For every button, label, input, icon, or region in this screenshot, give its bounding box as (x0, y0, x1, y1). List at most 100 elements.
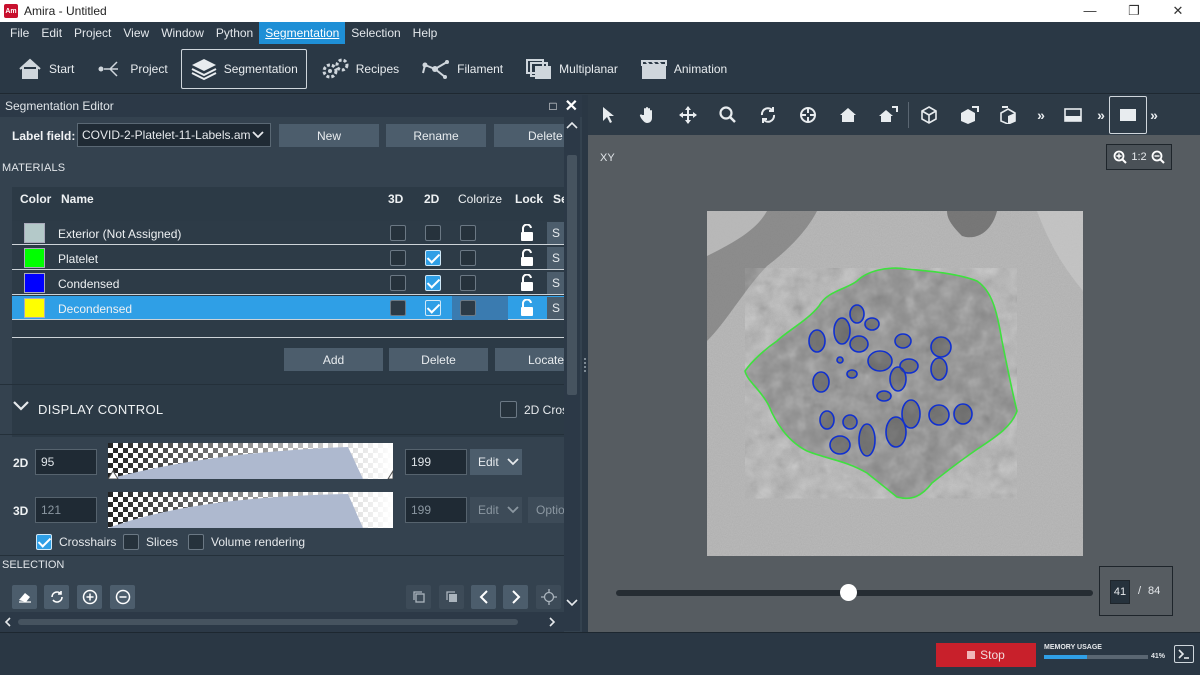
material-select-button[interactable]: S (547, 222, 564, 244)
perspective-button[interactable] (909, 95, 949, 135)
viewer-2d[interactable]: XY 1:2 41 / 84 (588, 135, 1200, 632)
pan-tool[interactable] (628, 95, 668, 135)
slices-checkbox[interactable] (123, 534, 139, 550)
crossfade-checkbox[interactable] (500, 401, 517, 418)
range-3d-min-input[interactable]: 121 (35, 497, 97, 523)
workroom-segmentation-button[interactable]: Segmentation (180, 48, 307, 89)
volume-rendering-checkbox[interactable] (188, 534, 204, 550)
menu-project[interactable]: Project (68, 22, 117, 44)
unlock-icon[interactable] (520, 224, 534, 242)
delete-label-button[interactable]: Delete (494, 124, 564, 147)
material-3d-checkbox[interactable] (390, 275, 406, 291)
material-3d-checkbox[interactable] (390, 225, 406, 241)
next-slice-button[interactable] (503, 585, 528, 609)
menu-window[interactable]: Window (155, 22, 210, 44)
edit-2d-button[interactable]: Edit (470, 449, 522, 475)
seek-tool[interactable] (788, 95, 828, 135)
chevron-up-icon[interactable] (566, 121, 578, 129)
scroll-thumb[interactable] (567, 155, 577, 395)
workroom-filament-button[interactable]: Filament (412, 49, 512, 89)
material-color-swatch[interactable] (24, 298, 45, 318)
material-color-swatch[interactable] (24, 248, 45, 268)
menu-view[interactable]: View (117, 22, 155, 44)
menu-help[interactable]: Help (407, 22, 444, 44)
float-icon[interactable]: □ (549, 99, 556, 113)
copy-button[interactable] (406, 585, 431, 609)
material-row[interactable]: Platelet S (12, 246, 564, 270)
chevron-down-icon[interactable] (12, 400, 30, 412)
stop-button[interactable]: Stop (936, 643, 1036, 667)
range-2d-min-input[interactable]: 95 (35, 449, 97, 475)
workroom-recipes-button[interactable]: Recipes (311, 49, 408, 89)
menu-edit[interactable]: Edit (35, 22, 68, 44)
colormap-3d-editor[interactable] (108, 492, 393, 528)
zoom-out-icon[interactable] (1151, 150, 1165, 164)
material-3d-checkbox[interactable] (390, 250, 406, 266)
chevron-left-icon[interactable] (4, 617, 12, 627)
material-2d-checkbox[interactable] (425, 250, 441, 266)
panel-horizontal-scrollbar[interactable] (0, 612, 564, 632)
material-colorize-checkbox[interactable] (460, 300, 476, 316)
menu-selection[interactable]: Selection (345, 22, 406, 44)
scroll-thumb[interactable] (18, 619, 518, 625)
eraser-button[interactable] (12, 585, 37, 609)
unlock-icon[interactable] (520, 274, 534, 292)
material-colorize-checkbox[interactable] (460, 275, 476, 291)
translate-tool[interactable] (668, 95, 708, 135)
material-select-button[interactable]: S (547, 272, 564, 294)
close-window-button[interactable]: ✕ (1156, 3, 1200, 19)
material-row-selected[interactable]: Decondensed S (12, 296, 564, 320)
slice-current-input[interactable]: 41 (1110, 580, 1130, 604)
workroom-animation-button[interactable]: Animation (631, 49, 736, 89)
home-view-button[interactable] (828, 95, 868, 135)
menu-python[interactable]: Python (210, 22, 259, 44)
restore-button[interactable]: ❐ (1112, 3, 1156, 19)
paste-button[interactable] (439, 585, 464, 609)
more-tools-button[interactable]: » (1029, 95, 1053, 135)
range-3d-max-input[interactable]: 199 (405, 497, 467, 523)
console-button[interactable] (1174, 645, 1194, 663)
crosshairs-checkbox[interactable] (36, 534, 52, 550)
unlock-icon[interactable] (520, 299, 534, 317)
menu-file[interactable]: File (4, 22, 35, 44)
subtract-selection-button[interactable] (110, 585, 135, 609)
rotate-tool[interactable] (748, 95, 788, 135)
workroom-start-button[interactable]: Start (8, 49, 83, 89)
pointer-tool[interactable] (588, 95, 628, 135)
refresh-button[interactable] (44, 585, 69, 609)
range-2d-max-input[interactable]: 199 (405, 449, 467, 475)
material-2d-checkbox[interactable] (425, 225, 441, 241)
label-field-select[interactable]: COVID-2-Platelet-11-Labels.am (77, 123, 271, 147)
material-color-swatch[interactable] (24, 223, 45, 243)
material-select-button[interactable]: S (547, 247, 564, 269)
new-label-button[interactable]: New (279, 124, 379, 147)
workroom-multiplanar-button[interactable]: Multiplanar (516, 49, 627, 89)
material-2d-checkbox[interactable] (425, 300, 441, 316)
colormap-2d-editor[interactable] (108, 443, 393, 479)
more-viewer-button[interactable]: » (1147, 95, 1161, 135)
zoom-in-icon[interactable] (1113, 150, 1127, 164)
tomogram-slice-image[interactable] (707, 211, 1083, 556)
edit-3d-button[interactable]: Edit (470, 497, 522, 523)
minimize-button[interactable]: — (1068, 3, 1112, 19)
material-color-swatch[interactable] (24, 273, 45, 293)
material-select-button[interactable]: S (547, 297, 564, 319)
panel-vertical-scrollbar[interactable] (564, 117, 580, 631)
layout-button[interactable] (1053, 95, 1093, 135)
material-colorize-checkbox[interactable] (460, 250, 476, 266)
target-button[interactable] (536, 585, 561, 609)
chevron-right-icon[interactable] (548, 617, 556, 627)
close-panel-icon[interactable]: ✕ (565, 96, 578, 116)
material-row[interactable]: Exterior (Not Assigned) S (12, 221, 564, 245)
more-layouts-button[interactable]: » (1093, 95, 1109, 135)
set-home-button[interactable] (868, 95, 908, 135)
previous-slice-button[interactable] (471, 585, 496, 609)
rename-label-button[interactable]: Rename (386, 124, 486, 147)
zoom-tool[interactable] (708, 95, 748, 135)
display-control-title[interactable]: DISPLAY CONTROL (38, 402, 163, 417)
menu-segmentation[interactable]: Segmentation (259, 22, 346, 44)
material-row[interactable]: Condensed S (12, 271, 564, 295)
add-material-button[interactable]: Add (284, 348, 383, 371)
chevron-down-icon[interactable] (566, 599, 578, 607)
material-2d-checkbox[interactable] (425, 275, 441, 291)
